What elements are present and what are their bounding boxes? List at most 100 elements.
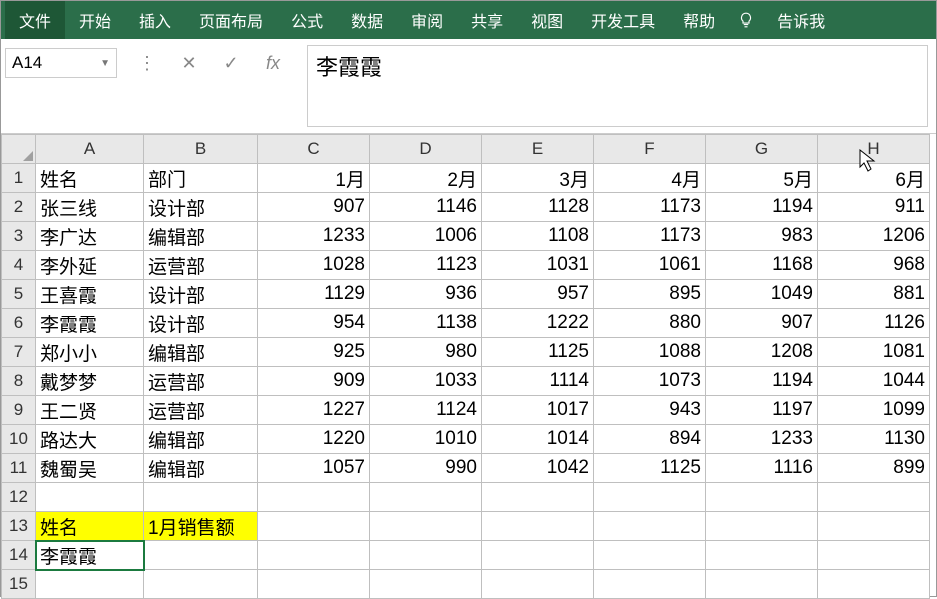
cell[interactable]: 设计部	[144, 280, 258, 309]
row-header[interactable]: 11	[2, 454, 36, 483]
cell[interactable]: 魏蜀吴	[36, 454, 144, 483]
cell[interactable]: 1233	[258, 222, 370, 251]
cell[interactable]: 编辑部	[144, 222, 258, 251]
cell[interactable]: 1081	[818, 338, 930, 367]
ribbon-tab-file[interactable]: 文件	[5, 1, 65, 39]
cell[interactable]: 张三线	[36, 193, 144, 222]
row-header[interactable]: 13	[2, 512, 36, 541]
confirm-button[interactable]: ✓	[213, 48, 249, 78]
cell[interactable]	[482, 570, 594, 599]
cell[interactable]: 983	[706, 222, 818, 251]
cell[interactable]: 1088	[594, 338, 706, 367]
cell[interactable]	[594, 483, 706, 512]
cell[interactable]: 911	[818, 193, 930, 222]
cell[interactable]: 954	[258, 309, 370, 338]
fx-button[interactable]: fx	[255, 48, 291, 78]
cell[interactable]	[818, 512, 930, 541]
cell[interactable]: 编辑部	[144, 454, 258, 483]
cell[interactable]	[258, 541, 370, 570]
cell[interactable]: 戴梦梦	[36, 367, 144, 396]
cell[interactable]: 1006	[370, 222, 482, 251]
cell[interactable]: 1049	[706, 280, 818, 309]
cell[interactable]	[370, 541, 482, 570]
cell[interactable]	[258, 483, 370, 512]
ribbon-tab-layout[interactable]: 页面布局	[185, 1, 277, 39]
ribbon-tellme[interactable]: 告诉我	[763, 1, 839, 39]
cell[interactable]: 1194	[706, 367, 818, 396]
cell[interactable]	[482, 483, 594, 512]
cell[interactable]: 部门	[144, 164, 258, 193]
cell[interactable]: 运营部	[144, 367, 258, 396]
col-header-A[interactable]: A	[36, 135, 144, 164]
cell[interactable]: 1173	[594, 222, 706, 251]
col-header-D[interactable]: D	[370, 135, 482, 164]
cell[interactable]: 1014	[482, 425, 594, 454]
cell[interactable]: 姓名	[36, 512, 144, 541]
cell[interactable]: 1125	[482, 338, 594, 367]
cell[interactable]	[706, 512, 818, 541]
cell[interactable]	[36, 483, 144, 512]
cell[interactable]: 1128	[482, 193, 594, 222]
row-header[interactable]: 8	[2, 367, 36, 396]
cell[interactable]: 1114	[482, 367, 594, 396]
cell[interactable]: 1138	[370, 309, 482, 338]
row-header[interactable]: 1	[2, 164, 36, 193]
cell[interactable]: 1124	[370, 396, 482, 425]
ribbon-tab-review[interactable]: 审阅	[397, 1, 457, 39]
cell[interactable]	[482, 541, 594, 570]
spreadsheet-grid[interactable]: A B C D E F G H 1 姓名 部门 1月 2月 3月 4月 5月 6…	[1, 134, 936, 599]
cell[interactable]: 1222	[482, 309, 594, 338]
cell[interactable]	[818, 483, 930, 512]
cell[interactable]	[370, 570, 482, 599]
col-header-G[interactable]: G	[706, 135, 818, 164]
cell[interactable]: 899	[818, 454, 930, 483]
cancel-button[interactable]: ✕	[171, 48, 207, 78]
cell[interactable]: 1073	[594, 367, 706, 396]
cell[interactable]: 王二贤	[36, 396, 144, 425]
ribbon-tab-view[interactable]: 视图	[517, 1, 577, 39]
cell[interactable]: 编辑部	[144, 425, 258, 454]
cell[interactable]	[144, 570, 258, 599]
cell[interactable]	[706, 483, 818, 512]
cell[interactable]: 1028	[258, 251, 370, 280]
name-box[interactable]: A14 ▼	[5, 48, 117, 78]
cell[interactable]: 1206	[818, 222, 930, 251]
formula-input[interactable]: 李霞霞	[307, 45, 928, 127]
cell[interactable]: 925	[258, 338, 370, 367]
cell[interactable]: 895	[594, 280, 706, 309]
cell[interactable]: 909	[258, 367, 370, 396]
ribbon-tab-formulas[interactable]: 公式	[277, 1, 337, 39]
cell-active[interactable]: 李霞霞	[36, 541, 144, 570]
cell[interactable]: 4月	[594, 164, 706, 193]
cell[interactable]: 1010	[370, 425, 482, 454]
row-header[interactable]: 12	[2, 483, 36, 512]
cell[interactable]: 王喜霞	[36, 280, 144, 309]
row-header[interactable]: 5	[2, 280, 36, 309]
ribbon-tab-help[interactable]: 帮助	[669, 1, 729, 39]
cell[interactable]: 1208	[706, 338, 818, 367]
cell[interactable]: 957	[482, 280, 594, 309]
row-header[interactable]: 15	[2, 570, 36, 599]
cell[interactable]: 980	[370, 338, 482, 367]
cell[interactable]	[594, 570, 706, 599]
cell[interactable]: 1月	[258, 164, 370, 193]
cell[interactable]: 李广达	[36, 222, 144, 251]
cell[interactable]: 1033	[370, 367, 482, 396]
cell[interactable]	[594, 541, 706, 570]
cell[interactable]: 运营部	[144, 251, 258, 280]
cell[interactable]: 1168	[706, 251, 818, 280]
cell[interactable]: 1173	[594, 193, 706, 222]
cell[interactable]: 1042	[482, 454, 594, 483]
cell[interactable]: 1233	[706, 425, 818, 454]
cell[interactable]: 2月	[370, 164, 482, 193]
cell[interactable]: 姓名	[36, 164, 144, 193]
cell[interactable]	[706, 541, 818, 570]
cell[interactable]: 编辑部	[144, 338, 258, 367]
cell[interactable]: 990	[370, 454, 482, 483]
cell[interactable]	[36, 570, 144, 599]
ribbon-tab-insert[interactable]: 插入	[125, 1, 185, 39]
cell[interactable]: 5月	[706, 164, 818, 193]
cell[interactable]	[594, 512, 706, 541]
cell[interactable]: 1197	[706, 396, 818, 425]
cell[interactable]	[818, 541, 930, 570]
